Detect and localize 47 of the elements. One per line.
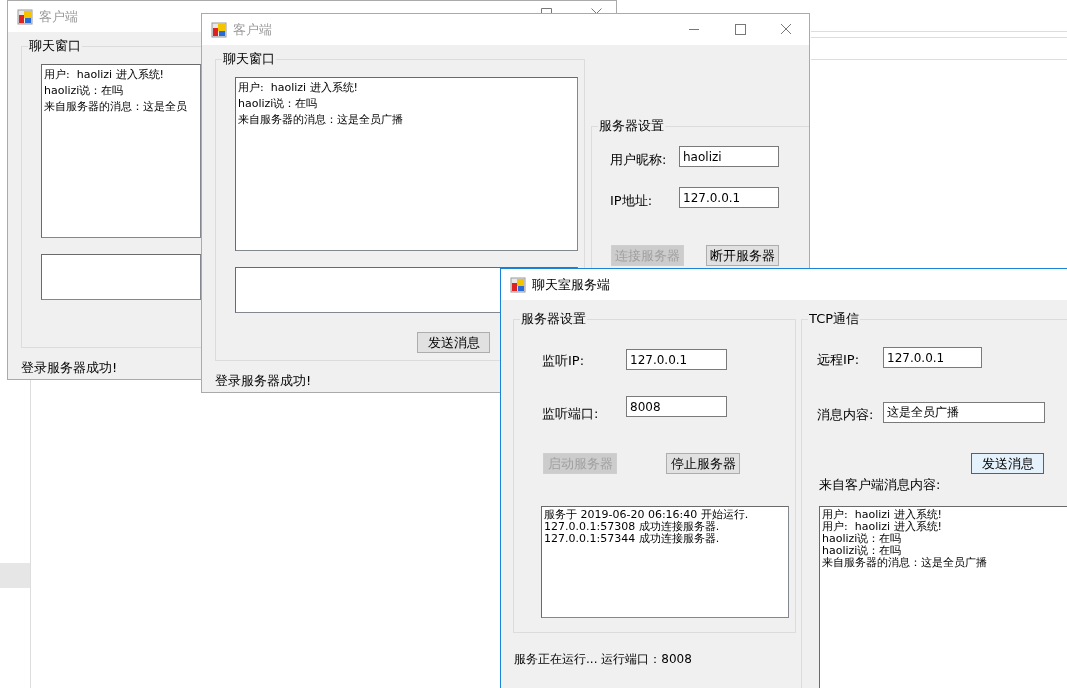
close-icon[interactable] — [591, 8, 602, 13]
text-field[interactable]: 127.0.0.1 — [883, 347, 982, 368]
message-line: 127.0.0.1:57344 成功连接服务器. — [544, 533, 721, 545]
group-title: 聊天窗口 — [222, 51, 276, 67]
message-line: 用户: haolizi 进入系统! — [238, 80, 359, 96]
message-line: haolizi说：在吗 — [822, 533, 903, 545]
status-text: 服务正在运行... 运行端口：8008 — [514, 651, 692, 668]
send-button[interactable]: 发送消息 — [417, 332, 490, 353]
window-title: 客户端 — [39, 7, 78, 26]
text-field[interactable]: 127.0.0.1 — [626, 349, 727, 370]
status-text: 登录服务器成功! — [21, 359, 118, 377]
maximize-icon[interactable] — [541, 8, 552, 13]
field-label: 用户昵称: — [610, 151, 667, 169]
message-line: 127.0.0.1:57308 成功连接服务器. — [544, 521, 721, 533]
window-title: 客户端 — [233, 20, 272, 39]
group-title: 服务器设置 — [598, 118, 665, 134]
field-label: 远程IP: — [817, 351, 860, 369]
text-field[interactable]: 127.0.0.1 — [679, 187, 779, 208]
message-line: haolizi说：在吗 — [238, 96, 319, 112]
send-button[interactable]: 发送消息 — [971, 453, 1044, 474]
action-button[interactable]: 停止服务器 — [666, 453, 740, 474]
message-line: haolizi说：在吗 — [44, 83, 125, 99]
message-line: 来自服务器的消息：这是全员 — [44, 99, 188, 115]
message-line: haolizi说：在吗 — [822, 545, 902, 557]
received-label: 来自客户端消息内容: — [819, 476, 941, 494]
field-label: 监听IP: — [542, 352, 585, 370]
group-title: 服务器设置 — [520, 311, 587, 327]
field-label: 监听端口: — [542, 405, 599, 423]
app-icon — [17, 8, 33, 25]
message-line: 服务于 2019-06-20 06:16:40 开始运行. — [544, 509, 750, 521]
field-label: IP地址: — [610, 192, 653, 210]
text-field[interactable]: 8008 — [626, 396, 727, 417]
field-label: 消息内容: — [817, 406, 874, 424]
text-field[interactable]: haolizi — [679, 146, 779, 167]
text-field[interactable]: 这是全员广播 — [883, 402, 1045, 423]
message-line: 用户: haolizi 进入系统! — [822, 521, 943, 533]
group-title: 聊天窗口 — [28, 38, 82, 54]
message-line: 用户: haolizi 进入系统! — [822, 509, 943, 521]
message-line: 用户: haolizi 进入系统! — [44, 67, 165, 83]
message-line: 来自服务器的消息：这是全员广播 — [822, 557, 988, 569]
action-button[interactable]: 断开服务器 — [706, 245, 779, 266]
message-line: 来自服务器的消息：这是全员广播 — [238, 112, 404, 128]
status-text: 登录服务器成功! — [215, 372, 312, 390]
app-icon — [510, 276, 526, 293]
group-title: TCP通信 — [808, 311, 861, 327]
app-icon — [211, 21, 227, 38]
window-title: 聊天室服务端 — [532, 275, 610, 294]
